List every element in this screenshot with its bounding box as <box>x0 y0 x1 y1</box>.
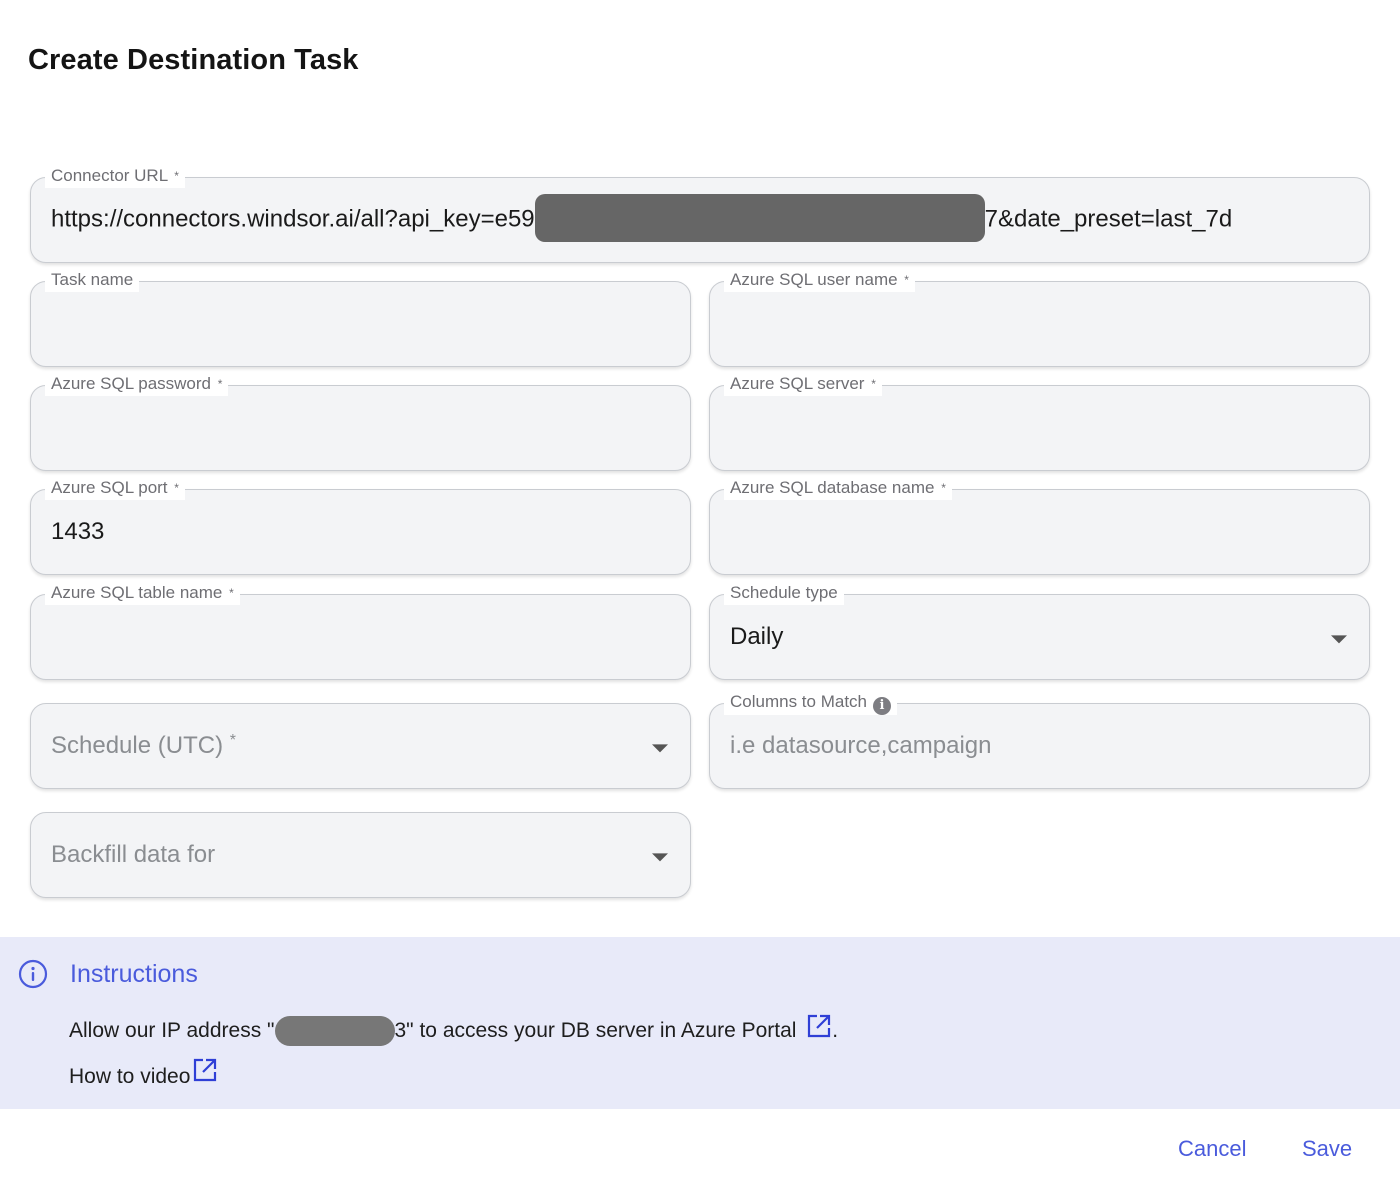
cancel-button[interactable]: Cancel <box>1178 1136 1246 1162</box>
azure-sql-user-name-field[interactable]: Azure SQL user name * <box>709 268 1370 367</box>
backfill-placeholder: Backfill data for <box>51 841 216 868</box>
external-link-icon[interactable] <box>806 1013 832 1039</box>
chevron-down-icon <box>1331 635 1347 644</box>
schedule-type-label: Schedule type <box>724 581 844 605</box>
schedule-type-select[interactable]: Schedule type Daily <box>709 581 1370 680</box>
dialog-title: Create Destination Task <box>28 44 359 76</box>
task-name-label: Task name <box>45 268 140 292</box>
azure-sql-password-label: Azure SQL password * <box>45 372 229 396</box>
azure-sql-password-field[interactable]: Azure SQL password * <box>30 372 691 471</box>
redacted-api-key <box>534 194 985 242</box>
info-circle-icon <box>18 959 48 989</box>
connector-url-label: Connector URL * <box>45 164 185 188</box>
azure-sql-user-name-label: Azure SQL user name * <box>724 268 915 292</box>
azure-sql-port-label: Azure SQL port * <box>45 476 185 500</box>
instructions-header: Instructions <box>18 959 198 989</box>
save-button[interactable]: Save <box>1302 1136 1352 1162</box>
task-name-field[interactable]: Task name <box>30 268 691 367</box>
azure-sql-port-value: 1433 <box>51 518 105 545</box>
connector-url-value: https://connectors.windsor.ai/all?api_ke… <box>51 194 1232 242</box>
schedule-utc-placeholder: Schedule (UTC) * <box>51 732 236 759</box>
azure-sql-database-name-field[interactable]: Azure SQL database name * <box>709 476 1370 575</box>
azure-sql-table-name-label: Azure SQL table name * <box>45 581 240 605</box>
schedule-type-value: Daily <box>730 623 784 650</box>
azure-sql-database-name-label: Azure SQL database name * <box>724 476 952 500</box>
azure-sql-server-field[interactable]: Azure SQL server * <box>709 372 1370 471</box>
instructions-title: Instructions <box>70 959 198 988</box>
columns-to-match-label: Columns to Match i <box>724 690 897 715</box>
columns-to-match-placeholder: i.e datasource,campaign <box>730 732 992 759</box>
info-icon[interactable]: i <box>873 697 891 715</box>
connector-url-field[interactable]: Connector URL * https://connectors.winds… <box>30 164 1370 263</box>
redacted-ip <box>274 1016 395 1047</box>
chevron-down-icon <box>652 744 668 753</box>
external-link-icon[interactable] <box>192 1057 218 1083</box>
how-to-video-link[interactable]: How to video <box>69 1057 218 1089</box>
instructions-panel: Instructions Allow our IP address " 3" to… <box>0 937 1400 1109</box>
columns-to-match-field[interactable]: Columns to Match i i.e datasource,campaig… <box>709 690 1370 789</box>
backfill-select[interactable]: Backfill data for <box>30 812 691 898</box>
azure-sql-server-label: Azure SQL server * <box>724 372 882 396</box>
schedule-utc-select[interactable]: Schedule (UTC) * <box>30 703 691 789</box>
ip-address-instruction: Allow our IP address " 3" to access your … <box>69 1013 838 1047</box>
azure-sql-port-field[interactable]: Azure SQL port * 1433 <box>30 476 691 575</box>
azure-sql-table-name-field[interactable]: Azure SQL table name * <box>30 581 691 680</box>
chevron-down-icon <box>652 853 668 862</box>
